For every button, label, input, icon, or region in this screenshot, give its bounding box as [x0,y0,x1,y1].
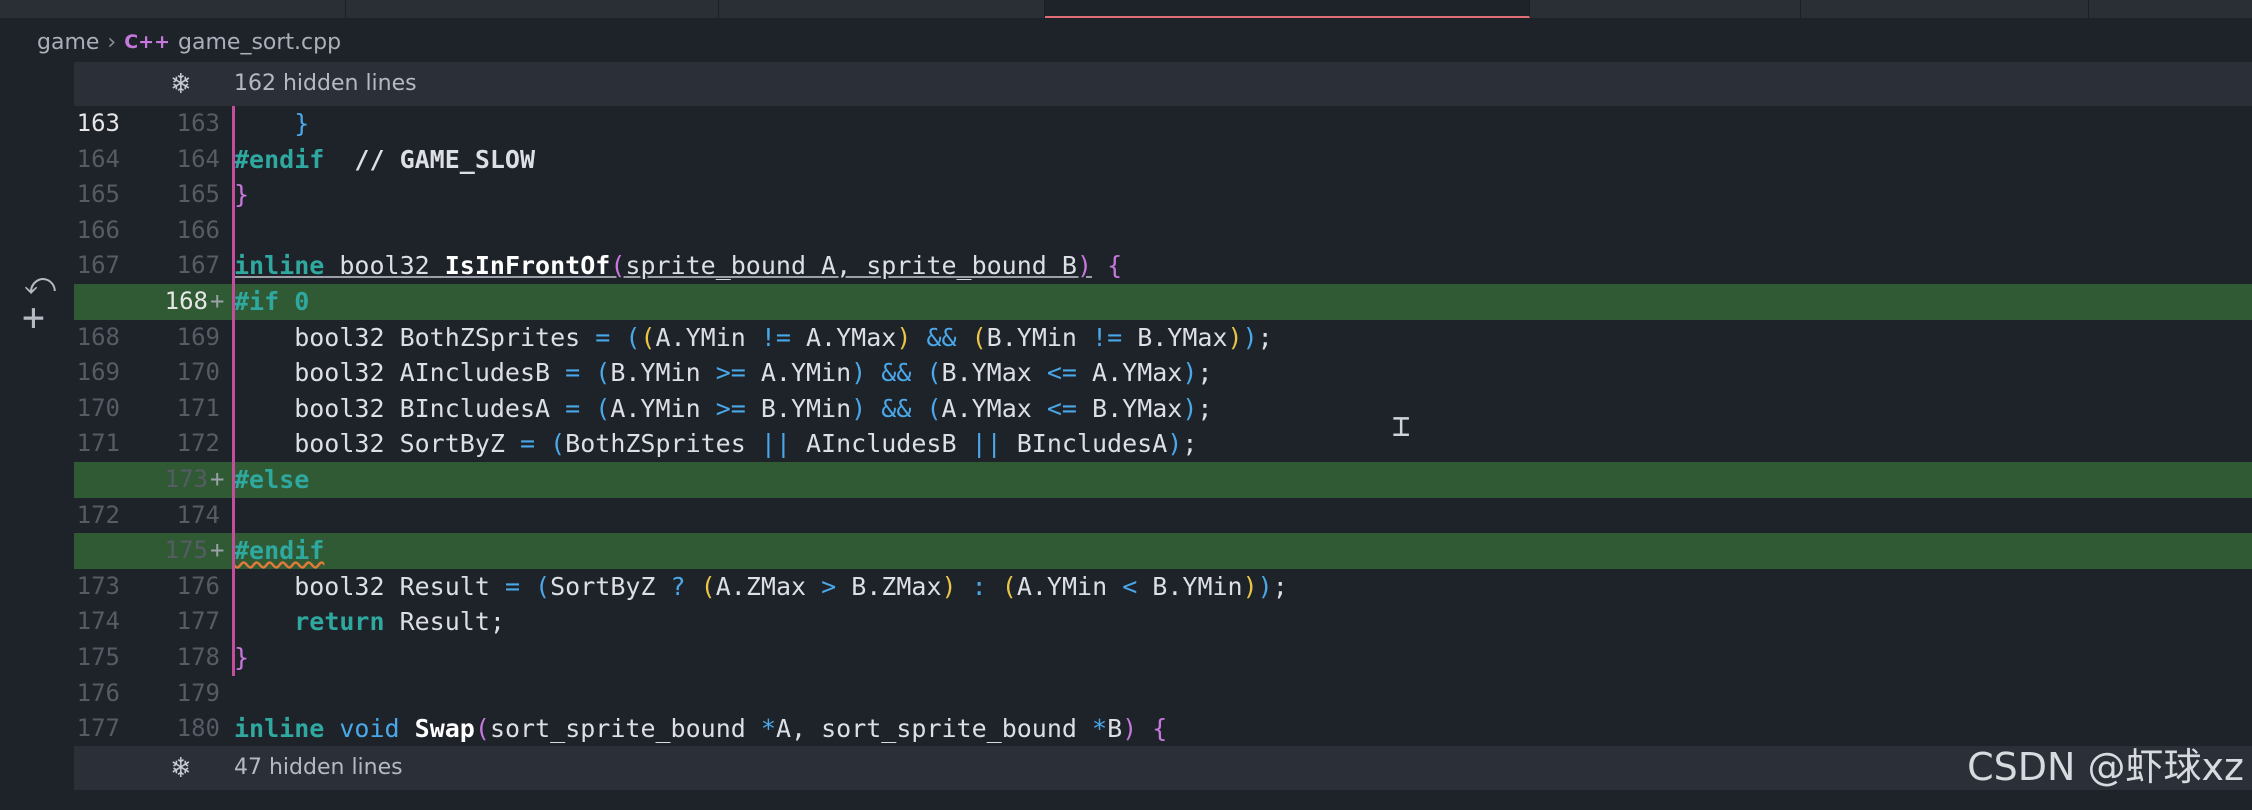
old-line-number: 164 [76,144,120,173]
fold-hidden-lines-top[interactable]: ❄ 162 hidden lines [74,62,2252,106]
new-line-number: 165 [176,180,220,209]
old-line-number: 169 [76,358,120,387]
old-line-number: 177 [76,714,120,743]
code-line[interactable]: 173 176 bool32 Result = (SortByZ ? (A.ZMa… [74,569,2252,605]
old-line-number: 172 [76,500,120,529]
code-line[interactable]: 169 170 bool32 AIncludesB = (B.YMin >= A.… [74,355,2252,391]
expand-unfold-icon[interactable]: ❄ [164,751,198,785]
old-line-number: 176 [76,678,120,707]
fold-hidden-lines-bottom[interactable]: ❄ 47 hidden lines [74,746,2252,790]
new-line-number: 173 [164,465,208,493]
code-text[interactable]: } [234,177,249,213]
code-text[interactable]: } [234,640,249,676]
code-text[interactable]: bool32 SortByZ = (BothZSprites || AInclu… [234,426,1197,462]
code-line[interactable]: 170 171 bool32 BIncludesA = (A.YMin >= B.… [74,391,2252,427]
code-line[interactable]: 166 166 [74,213,2252,249]
added-marker-icon: + [210,287,225,315]
added-marker-icon: + [210,536,225,565]
old-line-number: 167 [76,251,120,280]
new-line-number: 179 [176,678,220,707]
new-line-number: 168 [164,287,208,315]
code-line[interactable]: 163 163 } [74,106,2252,142]
code-text[interactable]: inline bool32 IsInFrontOf(sprite_bound A… [234,248,1122,284]
new-line-number: 171 [176,393,220,422]
old-line-number: 173 [76,571,120,600]
new-line-number: 172 [176,429,220,458]
code-text[interactable]: #if 0 [234,284,309,320]
added-marker-icon: + [210,465,225,493]
breadcrumb-folder[interactable]: game [37,30,99,55]
code-line[interactable]: 172 174 [74,498,2252,534]
cpp-file-icon: C++ [124,31,171,53]
new-line-number: 167 [176,251,220,280]
code-text[interactable]: bool32 Result = (SortByZ ? (A.ZMax > B.Z… [234,569,1288,605]
code-text[interactable]: return Result; [234,604,505,640]
old-line-number: 171 [76,429,120,458]
code-line[interactable]: 164 164 #endif // GAME_SLOW [74,142,2252,178]
code-line[interactable]: 165 165} [74,177,2252,213]
code-text[interactable]: bool32 AIncludesB = (B.YMin >= A.YMin) &… [234,355,1212,391]
old-line-number: 166 [76,215,120,244]
editor-tab[interactable] [1530,0,1801,18]
code-line-added[interactable]: 175 + #endif [74,533,2252,569]
editor-tab-active[interactable] [1045,0,1530,18]
editor-tab[interactable] [1801,0,2089,18]
change-gutter-bar [232,106,235,676]
old-line-number: 170 [76,393,120,422]
code-text[interactable]: bool32 BIncludesA = (A.YMin >= B.YMin) &… [234,391,1212,427]
old-line-number: 175 [76,643,120,671]
code-line-added[interactable]: 173 + #else [74,462,2252,498]
watermark: CSDN @虾球xz [1967,745,2244,789]
diff-editor[interactable]: 163 163 } 164 164 #endif // GAME_SLOW 165 165}… [74,106,2252,746]
new-line-number: 178 [176,643,220,671]
new-line-number: 166 [176,215,220,244]
new-line-number: 163 [176,109,220,137]
new-line-number: 174 [176,500,220,529]
new-line-number: 170 [176,358,220,387]
expand-unfold-icon[interactable]: ❄ [164,67,198,101]
editor-tab[interactable] [719,0,1045,18]
code-text[interactable]: #endif [234,533,324,569]
code-text[interactable]: bool32 BothZSprites = ((A.YMin != A.YMax… [234,320,1272,356]
text-cursor-icon: ⌶ [1392,409,1411,444]
new-line-number: 177 [176,607,220,636]
code-line-added[interactable]: 168 + #if 0 [74,284,2252,320]
new-line-number: 164 [176,144,220,173]
editor-tab-bar [0,0,2252,18]
new-line-number: 176 [176,571,220,600]
breadcrumb-file[interactable]: game_sort.cpp [178,30,341,55]
new-line-number: 180 [176,714,220,743]
editor-tab[interactable] [2089,0,2252,18]
code-line[interactable]: 171 172 bool32 SortByZ = (BothZSprites ||… [74,426,2252,462]
old-line-number: 165 [76,180,120,209]
old-line-number: 163 [76,109,120,137]
editor-tab[interactable] [346,0,719,18]
code-line[interactable]: 176 179 [74,676,2252,712]
hidden-lines-label: 162 hidden lines [234,71,417,96]
add-line-icon[interactable]: + [22,298,45,336]
code-line[interactable]: 167 167 inline bool32 IsInFrontOf(sprite_b… [74,248,2252,284]
hidden-lines-label: 47 hidden lines [234,755,403,780]
new-line-number: 169 [176,322,220,351]
code-line[interactable]: 174 177 return Result; [74,604,2252,640]
chevron-right-icon: › [107,29,117,55]
code-line[interactable]: 168 169 bool32 BothZSprites = ((A.YMin !=… [74,320,2252,356]
code-line[interactable]: 177 180 inline void Swap(sort_sprite_bound… [74,711,2252,747]
editor-tab[interactable] [0,0,346,18]
code-line[interactable]: 175 178} [74,640,2252,676]
code-text[interactable]: #endif // GAME_SLOW [234,142,535,178]
old-line-number: 168 [76,322,120,351]
old-line-number: 174 [76,607,120,636]
new-line-number: 175 [164,536,208,565]
code-text[interactable]: } [234,106,309,142]
breadcrumb: game › C++ game_sort.cpp [37,22,341,62]
code-text[interactable]: #else [234,462,309,498]
code-text[interactable]: inline void Swap(sort_sprite_bound *A, s… [234,711,1167,747]
